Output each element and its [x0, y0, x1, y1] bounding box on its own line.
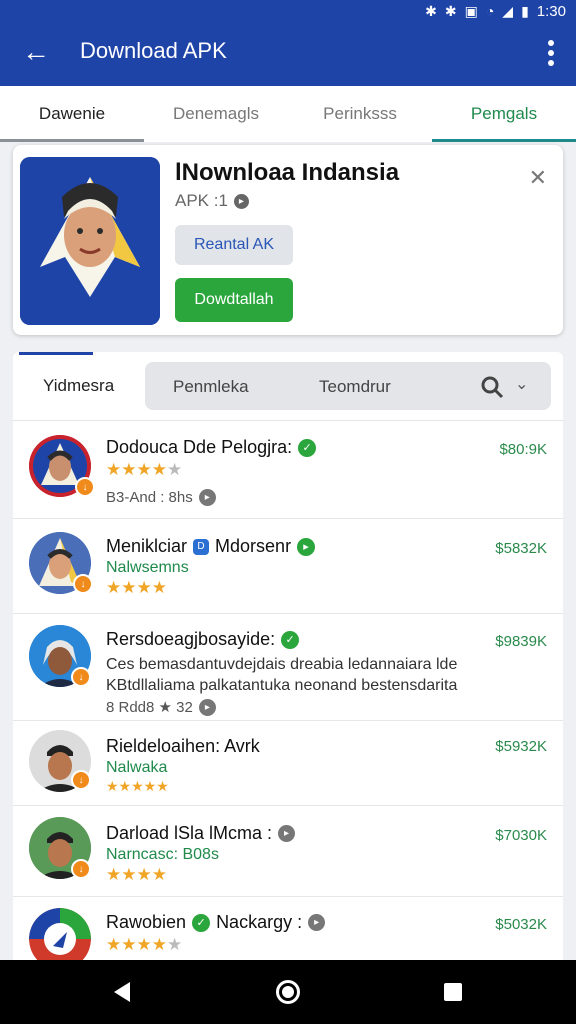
filter-option-b[interactable]: Teomdrur — [319, 377, 391, 397]
app-subtitle: Narncasc: B08s — [106, 846, 219, 863]
filter-option-a[interactable]: Penmleka — [173, 377, 249, 397]
verified-icon: ✓ — [192, 913, 211, 932]
rating-stars: ★★★★★ — [106, 778, 169, 794]
nav-back-icon[interactable] — [114, 982, 130, 1002]
search-icon[interactable] — [479, 374, 505, 400]
app-price: $9839K — [495, 633, 547, 650]
app-description: KBtdllaliama palkatantuka neonand besten… — [106, 677, 458, 694]
app-avatar — [29, 908, 91, 960]
featured-app-card: lNownloaa Indansia APK :1 ▸ ✕ Reantal AK… — [13, 145, 563, 335]
badge-icon: D — [193, 538, 210, 555]
list-item[interactable]: ↓ Rieldeloaihen: Avrk Nalwaka ★★★★★ $593… — [13, 722, 563, 806]
nav-home-icon[interactable] — [276, 980, 300, 1004]
more-options-icon[interactable] — [546, 40, 556, 66]
featured-app-icon — [20, 157, 160, 325]
download-badge-icon: ↓ — [71, 667, 91, 687]
app-title-extra: Mdorsenr — [215, 536, 292, 556]
verified-icon: ▸ — [297, 537, 316, 556]
tab-bar: Dawenie Denemagls Perinksss Pemgals — [0, 86, 576, 142]
tab-perinksss[interactable]: Perinksss — [288, 86, 432, 142]
rating-stars: ★★★★★ — [106, 460, 183, 479]
app-title-text: Dodouca Dde Pelogjra: — [106, 437, 293, 457]
download-badge-icon: ↓ — [73, 574, 93, 594]
app-price: $80:9K — [499, 441, 547, 458]
app-title-text: Rersdoeagjbosayide: — [106, 629, 276, 649]
app-title-text: Meniklciar — [106, 536, 188, 556]
bluetooth-icon: ✱ — [425, 3, 437, 19]
page-title: Download APK — [80, 38, 227, 63]
featured-app-title: lNownloaa Indansia — [175, 159, 400, 186]
info-icon: ▸ — [308, 914, 326, 931]
app-title: Dodouca Dde Pelogjra: ✓ — [106, 437, 317, 458]
app-price: $7030K — [495, 827, 547, 844]
list-item[interactable]: ↓ Meniklciar D Mdorsenr ▸ Nalwsemns ★★★★… — [13, 520, 563, 614]
app-title-text: Darload lSla lMcma : — [106, 823, 273, 843]
app-price: $5832K — [495, 540, 547, 557]
tab-denemagls[interactable]: Denemagls — [144, 86, 288, 142]
app-title-text: Rawobien — [106, 912, 187, 932]
battery-icon: ▮ — [521, 3, 529, 19]
back-arrow-icon[interactable]: ← — [22, 38, 52, 68]
app-title: Meniklciar D Mdorsenr ▸ — [106, 536, 316, 557]
filter-search-bar[interactable]: Penmleka Teomdrur ⌄ — [145, 362, 551, 410]
download-badge-icon: ↓ — [71, 770, 91, 790]
list-item[interactable]: ↓ Darload lSla lMcma : ▸ Narncasc: B08s … — [13, 807, 563, 897]
status-bar: ✱ ✱ ▣ ◔ ◢ ▮ 1:30 — [425, 0, 566, 22]
app-list-panel: Yidmesra Penmleka Teomdrur ⌄ ↓ Dodouca D… — [13, 352, 563, 960]
rating-stars: ★★★★★ — [106, 935, 183, 954]
list-item[interactable]: ↓ Rersdoeagjbosayide: ✓ Ces bemasdantuvd… — [13, 615, 563, 721]
filter-label[interactable]: Yidmesra — [43, 376, 114, 396]
featured-app-version-text: APK :1 — [175, 191, 228, 210]
app-title-extra: Nackargy : — [216, 912, 303, 932]
app-meta-text: 8 Rdd8 ★ 32 — [106, 699, 193, 716]
app-title: Darload lSla lMcma : ▸ — [106, 823, 296, 844]
system-nav-bar — [0, 960, 576, 1024]
app-title: Rersdoeagjbosayide: ✓ — [106, 629, 300, 650]
chevron-down-icon[interactable]: ⌄ — [515, 374, 528, 394]
tab-dawenie[interactable]: Dawenie — [0, 86, 144, 142]
download-button[interactable]: Dowdtallah — [175, 278, 293, 322]
app-subtitle: Nalwsemns — [106, 559, 189, 576]
list-item[interactable]: ↓ Dodouca Dde Pelogjra: ✓ ★★★★★ B3-And :… — [13, 421, 563, 519]
download-badge-icon: ↓ — [75, 477, 95, 497]
nfc-icon: ▣ — [464, 3, 478, 19]
app-bar: ✱ ✱ ▣ ◔ ◢ ▮ 1:30 ← Download APK — [0, 0, 576, 86]
list-item[interactable]: Rawobien ✓ Nackargy : ▸ ★★★★★ $5032K — [13, 898, 563, 960]
app-price: $5032K — [495, 916, 547, 933]
app-price: $5932K — [495, 738, 547, 755]
app-meta: 8 Rdd8 ★ 32 ▸ — [106, 698, 216, 716]
info-icon: ▸ — [278, 825, 296, 842]
download-badge-icon: ↓ — [71, 859, 91, 879]
rating-stars: ★★★★ — [106, 578, 167, 597]
close-icon[interactable]: ✕ — [529, 165, 547, 191]
app-title: Rawobien ✓ Nackargy : ▸ — [106, 912, 326, 933]
app-title: Rieldeloaihen: Avrk — [106, 736, 260, 757]
bluetooth-icon: ✱ — [444, 3, 457, 19]
app-subtitle: Nalwaka — [106, 759, 168, 776]
verified-icon: ✓ — [281, 630, 300, 649]
app-title-text: Rieldeloaihen: Avrk — [106, 736, 260, 756]
info-icon: ▸ — [198, 698, 216, 716]
verified-icon: ✓ — [298, 438, 317, 457]
nav-recents-icon[interactable] — [444, 983, 462, 1001]
app-description: Ces bemasdantuvdejdais dreabia ledannaia… — [106, 656, 458, 673]
signal-icon: ◢ — [502, 3, 514, 19]
app-meta-text: B3-And : 8hs — [106, 489, 193, 506]
secondary-action-button[interactable]: Reantal AK — [175, 225, 293, 265]
info-icon: ▸ — [233, 193, 249, 209]
status-time: 1:30 — [536, 2, 566, 20]
tab-pemgals[interactable]: Pemgals — [432, 86, 576, 142]
featured-app-version: APK :1 ▸ — [175, 191, 249, 211]
rating-stars: ★★★★ — [106, 865, 167, 884]
panel-accent-bar — [19, 352, 93, 355]
wifi-icon: ◔ — [485, 3, 495, 19]
app-meta: B3-And : 8hs ▸ — [106, 489, 216, 506]
info-icon: ▸ — [198, 489, 216, 506]
